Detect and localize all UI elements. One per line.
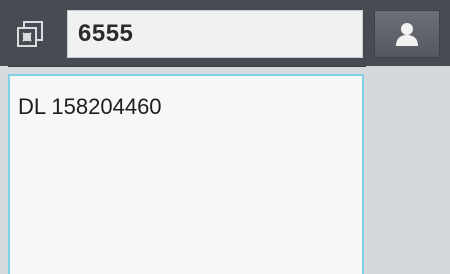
left-margin (0, 66, 8, 274)
message-input[interactable]: DL 158204460 (8, 74, 364, 274)
collapse-button[interactable] (10, 12, 50, 56)
side-panel (366, 66, 450, 274)
recipient-input[interactable]: 6555 (67, 10, 363, 58)
collapse-arrows-icon (17, 21, 43, 47)
recipient-value: 6555 (78, 20, 134, 47)
messaging-screen: 6555 DL 158204460 (0, 0, 450, 274)
recipient-bar: 6555 (0, 0, 450, 67)
person-icon (396, 23, 418, 46)
contacts-button[interactable] (374, 10, 440, 58)
message-text: DL 158204460 (18, 94, 162, 119)
